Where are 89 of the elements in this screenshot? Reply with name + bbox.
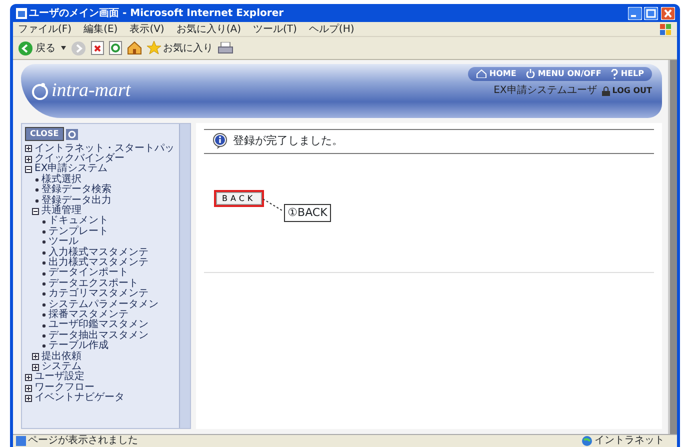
bullet-icon (35, 188, 39, 192)
leader-line (262, 198, 284, 212)
scrollbar[interactable] (179, 124, 190, 428)
bullet-icon (42, 344, 46, 348)
menu-item[interactable]: ツール(T) (253, 22, 297, 36)
bullet-icon (42, 220, 46, 224)
tree-item[interactable]: データエクスポート (25, 278, 176, 290)
bullet-icon (42, 250, 46, 255)
tree-folder[interactable]: 共通管理 (25, 206, 176, 216)
window-icon (16, 8, 26, 18)
menu-item[interactable]: 編集(E) (84, 22, 118, 36)
bullet-icon (35, 178, 39, 182)
help-link[interactable]: HELP (611, 68, 644, 80)
bullet-icon (42, 302, 46, 307)
tree-folder[interactable]: ユーザ設定 (25, 372, 176, 383)
star-icon (146, 41, 160, 55)
printer-icon[interactable] (218, 42, 233, 54)
tree-item[interactable]: 登録データ出力 (25, 196, 176, 206)
dropdown-caret-icon[interactable] (60, 46, 66, 50)
bullet-icon (42, 272, 46, 276)
back-button[interactable]: 戻る (18, 40, 56, 56)
bullet-icon (42, 292, 46, 296)
tree-item[interactable]: システムパラメータメン (25, 300, 176, 310)
bullet-icon (35, 198, 39, 203)
logo-icon (31, 82, 49, 100)
menu-toggle-link[interactable]: MENU ON/OFF (526, 68, 602, 80)
globe-icon (582, 436, 592, 446)
window-title: ユーザのメイン画面 - Microsoft Internet Explorer (29, 6, 284, 20)
logout-link[interactable]: LOG OUT (602, 84, 652, 96)
tree-item[interactable]: ツール (25, 237, 176, 248)
minimize-button[interactable] (628, 6, 642, 20)
favorites-button[interactable]: お気に入り (146, 40, 213, 56)
message-text: 登録が完了しました。 (233, 133, 343, 149)
bullet-icon (42, 282, 46, 286)
refresh-icon[interactable] (66, 128, 78, 140)
tree-item[interactable]: カテゴリマスタメンテ (25, 289, 176, 300)
scrollbar[interactable] (668, 60, 677, 434)
bullet-icon (42, 334, 46, 338)
tree-item[interactable]: 登録データ検索 (25, 185, 176, 196)
plus-box-icon (25, 156, 32, 163)
help-icon (611, 68, 618, 78)
minus-box-icon (32, 208, 39, 215)
home-icon[interactable] (126, 41, 142, 55)
plus-box-icon (25, 145, 32, 152)
tree-folder[interactable]: イントラネット・スタートパッ (25, 144, 176, 154)
menu-item[interactable]: 表示(V) (130, 22, 164, 36)
tree-folder[interactable]: ワークフロー (25, 382, 176, 394)
menu-item[interactable]: お気に入り(A) (176, 22, 241, 36)
maximize-button[interactable] (644, 6, 658, 20)
tree-item[interactable]: テーブル作成 (25, 341, 176, 352)
tree-item[interactable]: ユーザ印鑑マスタメン (25, 320, 176, 331)
callout-label: ①BACK (284, 204, 332, 222)
plus-box-icon (32, 364, 39, 371)
stop-icon[interactable] (90, 41, 104, 55)
info-icon (212, 133, 228, 150)
windows-logo-icon (660, 24, 672, 34)
tree-item[interactable]: 出力様式マスタメンテ (25, 258, 176, 268)
tree-folder[interactable]: EX申請システム (25, 164, 176, 175)
refresh-icon[interactable] (108, 41, 122, 55)
tree-item[interactable]: 入力様式マスタメンテ (25, 248, 176, 258)
bullet-icon (42, 230, 46, 234)
zone-text: イントラネット (594, 435, 664, 447)
minus-box-icon (25, 166, 32, 174)
plus-box-icon (32, 353, 39, 360)
menu-item[interactable]: ファイル(F) (18, 22, 72, 36)
tree-folder[interactable]: イベントナビゲータ (25, 393, 176, 404)
tree-folder[interactable]: 提出依頼 (25, 352, 176, 362)
bullet-icon (42, 313, 46, 318)
logo-text: intra-mart (52, 78, 131, 103)
back-button[interactable]: BACK (216, 192, 262, 204)
close-button[interactable] (660, 6, 674, 20)
close-menu-button[interactable]: CLOSE (25, 127, 64, 141)
home-icon (476, 69, 487, 78)
plus-box-icon (25, 374, 32, 382)
home-link[interactable]: HOME (476, 68, 516, 80)
lock-icon (602, 86, 610, 96)
tree-item[interactable]: ドキュメント (25, 216, 176, 227)
bullet-icon (42, 240, 46, 244)
status-text: ページが表示されました (28, 435, 138, 447)
bullet-icon (42, 261, 46, 266)
power-icon (526, 69, 536, 78)
tree-item[interactable]: テンプレート (25, 226, 176, 238)
plus-box-icon (25, 384, 32, 392)
tree-item[interactable]: データインポート (25, 268, 176, 279)
bullet-icon (42, 324, 46, 328)
page-icon (16, 436, 26, 446)
plus-box-icon (25, 394, 32, 402)
menu-item[interactable]: ヘルプ(H) (308, 22, 354, 36)
user-name: EX申請システムユーザ (494, 84, 597, 98)
